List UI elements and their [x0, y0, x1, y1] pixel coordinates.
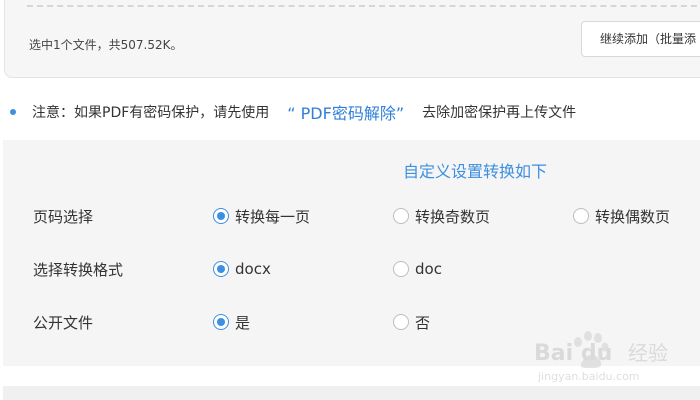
format-selection-row: 选择转换格式 docx doc	[3, 257, 700, 281]
radio-unchecked-icon[interactable]	[393, 261, 409, 277]
watermark-brand: Bai du	[534, 341, 612, 366]
option-public-yes[interactable]: 是	[213, 310, 250, 334]
watermark-url: jingyan.baidu.com	[537, 370, 640, 383]
option-label: 转换奇数页	[415, 207, 491, 226]
upload-summary: 选中1个文件，共507.52K。	[29, 38, 183, 52]
page-selection-label: 页码选择	[33, 208, 94, 226]
option-label: doc	[415, 260, 442, 278]
next-section-edge	[3, 386, 700, 400]
radio-unchecked-icon[interactable]	[393, 208, 409, 224]
radio-checked-icon[interactable]	[213, 314, 229, 330]
option-label: 是	[235, 313, 251, 332]
page-selection-row: 页码选择 转换每一页 转换奇数页 转换偶数页	[3, 204, 700, 228]
option-label: 否	[415, 313, 431, 332]
notice-suffix: 去除加密保护再上传文件	[422, 105, 577, 121]
option-every-page[interactable]: 转换每一页	[213, 204, 310, 228]
option-doc[interactable]: doc	[393, 257, 442, 281]
pdf-unlock-link[interactable]: “ PDF密码解除”	[287, 100, 404, 124]
settings-title: 自定义设置转换如下	[403, 162, 548, 181]
public-file-label: 公开文件	[33, 314, 94, 332]
option-label: 转换偶数页	[595, 207, 671, 226]
add-more-files-button[interactable]: 继续添加（批量添	[581, 21, 700, 57]
radio-checked-icon[interactable]	[213, 208, 229, 224]
option-label: 转换每一页	[235, 207, 311, 226]
baidu-jingyan-watermark-logo: Bai du 经验 jingyan.baidu.com	[534, 331, 668, 383]
watermark-jingyan: 经验	[628, 341, 668, 365]
bullet-icon	[10, 109, 16, 115]
option-even-pages[interactable]: 转换偶数页	[573, 204, 670, 228]
option-docx[interactable]: docx	[213, 257, 271, 281]
radio-checked-icon[interactable]	[213, 261, 229, 277]
option-public-no[interactable]: 否	[393, 310, 430, 334]
upload-card: 选中1个文件，共507.52K。 继续添加（批量添	[4, 0, 700, 78]
option-label: docx	[235, 260, 271, 278]
radio-unchecked-icon[interactable]	[573, 208, 589, 224]
format-selection-label: 选择转换格式	[33, 261, 124, 279]
password-notice: 注意：如果PDF有密码保护，请先使用 “ PDF密码解除” 去除加密保护再上传文…	[10, 100, 576, 124]
radio-unchecked-icon[interactable]	[393, 314, 409, 330]
drop-zone-border	[27, 5, 700, 7]
notice-prefix: 注意：如果PDF有密码保护，请先使用	[32, 105, 270, 121]
option-odd-pages[interactable]: 转换奇数页	[393, 204, 490, 228]
